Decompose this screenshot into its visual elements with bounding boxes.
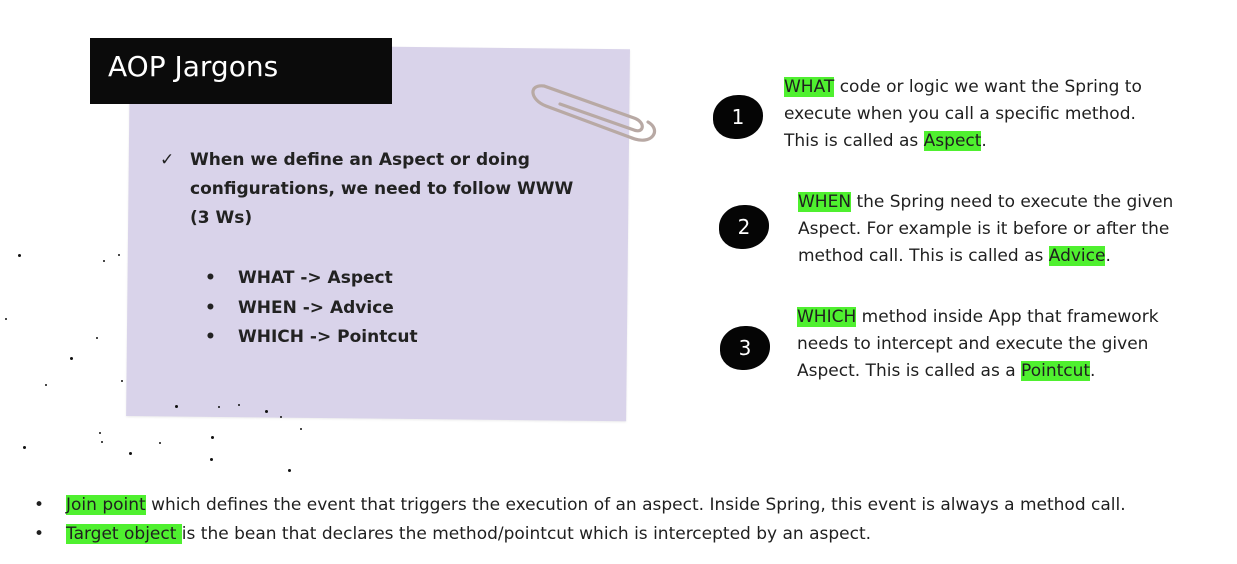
list-item: • WHAT -> Aspect: [205, 264, 418, 294]
checklist-item: ✓ When we define an Aspect or doing conf…: [160, 146, 580, 233]
keyword-highlight: WHEN: [798, 192, 852, 212]
step-number-2: 2: [719, 205, 769, 249]
keyword-highlight: WHICH: [797, 307, 857, 327]
checklist-text: When we define an Aspect or doing config…: [190, 150, 574, 228]
step-number-1: 1: [713, 95, 763, 139]
step-text-end: .: [1090, 361, 1096, 381]
list-item: • WHICH -> Pointcut: [205, 323, 418, 353]
note-text: which defines the event that triggers th…: [145, 495, 1126, 515]
page-title: AOP Jargons: [90, 38, 392, 104]
step-text: the Spring need to execute the given Asp…: [798, 192, 1174, 266]
page-title-text: AOP Jargons: [108, 50, 279, 83]
bullet-icon: •: [205, 268, 216, 288]
term-highlight: Aspect: [923, 131, 982, 151]
step-description-1: WHAT code or logic we want the Spring to…: [784, 74, 1174, 155]
checkmark-icon: ✓: [160, 150, 175, 170]
term-highlight: Pointcut: [1021, 361, 1091, 381]
term-highlight: Join point: [66, 495, 146, 515]
note-join-point: • Join point which defines the event that…: [34, 491, 1126, 520]
step-description-2: WHEN the Spring need to execute the give…: [798, 189, 1198, 270]
bullet-icon: •: [205, 297, 216, 318]
www-list: • WHAT -> Aspect • WHEN -> Advice • WHICH -…: [205, 264, 418, 353]
term-highlight: Advice: [1048, 246, 1106, 266]
bullet-icon: •: [205, 327, 216, 347]
list-item-text: WHICH -> Pointcut: [238, 327, 418, 347]
bullet-icon: •: [34, 495, 45, 515]
step-text-end: .: [1105, 246, 1111, 266]
list-item-text: WHAT -> Aspect: [238, 268, 393, 288]
term-highlight: Target object: [66, 524, 182, 544]
list-item: • WHEN -> Advice: [205, 294, 418, 324]
step-text-end: .: [981, 131, 987, 151]
paperclip-icon: [531, 84, 656, 142]
list-item-text: WHEN -> Advice: [238, 297, 394, 318]
step-number-3: 3: [720, 326, 770, 370]
note-text: is the bean that declares the method/poi…: [181, 524, 872, 544]
keyword-highlight: WHAT: [784, 77, 835, 97]
bullet-icon: •: [34, 524, 45, 544]
step-description-3: WHICH method inside App that framework n…: [797, 304, 1192, 385]
note-target-object: • Target object is the bean that declares…: [34, 520, 871, 549]
